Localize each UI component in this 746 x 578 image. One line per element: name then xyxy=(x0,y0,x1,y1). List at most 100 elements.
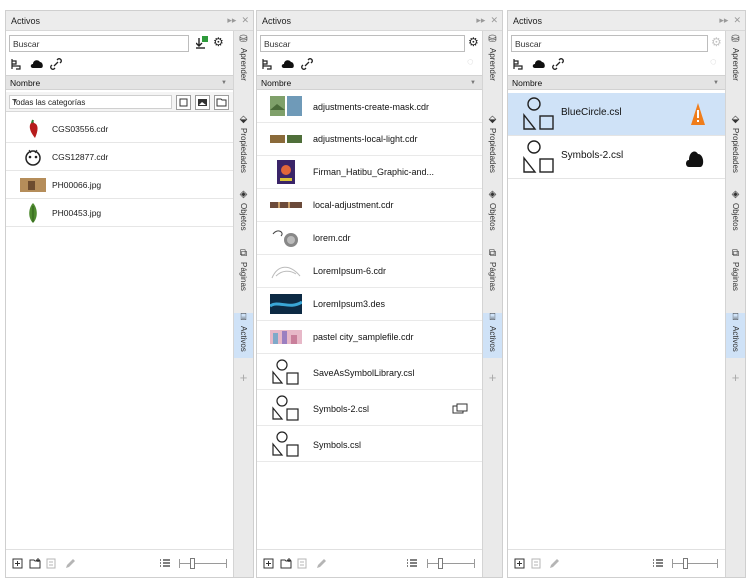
local-library-icon[interactable] xyxy=(11,58,24,70)
folder-filter-button[interactable] xyxy=(214,95,229,110)
close-icon[interactable]: ✕ xyxy=(490,15,498,26)
layers-icon: ◈ xyxy=(731,189,740,200)
tab-propiedades[interactable]: ⬙ Propiedades xyxy=(483,115,502,173)
close-icon[interactable]: ✕ xyxy=(241,15,249,26)
tab-activos[interactable]: ⌸ Activos xyxy=(726,313,745,358)
add-tab-icon[interactable]: + xyxy=(234,370,253,385)
link-icon[interactable] xyxy=(552,57,564,70)
add-tab-icon[interactable]: + xyxy=(726,370,745,385)
tab-paginas[interactable]: ⧉ Páginas xyxy=(483,249,502,291)
tab-objetos[interactable]: ◈ Objetos xyxy=(234,190,253,231)
tab-propiedades[interactable]: ⬙ Propiedades xyxy=(234,115,253,173)
pencil-icon[interactable] xyxy=(548,557,560,570)
assets-panel-linked: Activos ▸▸ ✕ Buscar ⚙ ◌ Nombre ▼ BlueCirc… xyxy=(507,10,746,578)
list-item[interactable]: CGS12877.cdr xyxy=(6,143,233,171)
chevron-down-icon: ▼ xyxy=(221,80,227,86)
panel-content: Buscar ⚙ Nombre ▼ Todas las categorías ▼ xyxy=(6,31,233,577)
sort-dropdown[interactable]: Nombre ▼ xyxy=(6,75,233,90)
category-select[interactable]: Todas las categorías ▼ xyxy=(9,95,172,109)
list-item[interactable]: CGS03556.cdr xyxy=(6,115,233,143)
list-item[interactable]: Symbols-2.csl xyxy=(508,136,725,179)
tab-activos[interactable]: ⌸ Activos xyxy=(483,313,502,358)
list-item[interactable]: pastel city_samplefile.cdr xyxy=(257,321,482,354)
list-item[interactable]: LoremIpsum-6.cdr xyxy=(257,255,482,288)
gear-icon[interactable]: ⚙ xyxy=(711,36,722,48)
cloud-icon[interactable] xyxy=(532,58,546,69)
tab-objetos[interactable]: ◈ Objetos xyxy=(483,190,502,231)
layers-icon: ◈ xyxy=(488,189,497,200)
add-library-icon[interactable] xyxy=(514,557,526,570)
thumbnail-size-slider[interactable] xyxy=(427,558,475,569)
gear-icon[interactable]: ⚙ xyxy=(213,36,224,48)
city-thumbnail xyxy=(269,325,303,349)
panel-titlebar: Activos ▸▸ ✕ xyxy=(508,11,745,31)
search-input[interactable]: Buscar xyxy=(260,35,465,52)
expand-icon[interactable]: ▸▸ xyxy=(719,15,728,26)
list-item[interactable]: LoremIpsum3.des xyxy=(257,288,482,321)
thumbnail-size-slider[interactable] xyxy=(179,558,227,569)
list-item[interactable]: PH00453.jpg xyxy=(6,199,233,227)
add-library-icon[interactable] xyxy=(12,557,24,570)
add-tab-icon[interactable]: + xyxy=(483,370,502,385)
list-item[interactable]: SaveAsSymbolLibrary.csl xyxy=(257,354,482,390)
poster-thumbnail xyxy=(269,160,303,184)
list-view-icon[interactable] xyxy=(406,557,418,570)
refresh-icon[interactable]: ◌ xyxy=(710,57,717,68)
tab-aprender[interactable]: ⛁ Aprender xyxy=(483,35,502,81)
list-item[interactable]: adjustments-create-mask.cdr xyxy=(257,93,482,123)
expand-icon[interactable]: ▸▸ xyxy=(227,15,236,26)
search-input[interactable]: Buscar xyxy=(511,35,708,52)
properties-icon[interactable] xyxy=(531,557,543,570)
docker-tab-rail: ⛁ Aprender ⬙ Propiedades ◈ Objetos ⧉ Páginas… xyxy=(725,31,745,577)
properties-icon: ⬙ xyxy=(731,114,740,125)
thumbnail-size-slider[interactable] xyxy=(672,558,718,569)
list-view-icon[interactable] xyxy=(159,557,171,570)
cloud-icon[interactable] xyxy=(281,58,295,69)
expand-icon[interactable]: ▸▸ xyxy=(476,15,485,26)
close-icon[interactable]: ✕ xyxy=(733,15,741,26)
asset-list: BlueCircle.csl Symbols-2.csl xyxy=(508,93,725,179)
link-icon[interactable] xyxy=(50,57,62,70)
list-item[interactable]: Symbols-2.csl xyxy=(257,390,482,426)
refresh-icon[interactable]: ◌ xyxy=(467,57,474,68)
list-item[interactable]: Firman_Hatibu_Graphic-and... xyxy=(257,156,482,189)
list-item[interactable]: PH00066.jpg xyxy=(6,171,233,199)
properties-icon[interactable] xyxy=(297,557,309,570)
list-item[interactable]: local-adjustment.cdr xyxy=(257,189,482,222)
link-icon[interactable] xyxy=(301,57,313,70)
list-view-icon[interactable] xyxy=(652,557,664,570)
tab-aprender[interactable]: ⛁ Aprender xyxy=(726,35,745,81)
local-library-icon[interactable] xyxy=(513,58,526,70)
import-icon[interactable] xyxy=(196,36,208,49)
cloud-icon[interactable] xyxy=(30,58,44,69)
gear-icon[interactable]: ⚙ xyxy=(468,36,479,48)
sort-dropdown[interactable]: Nombre ▼ xyxy=(508,75,725,90)
search-input[interactable]: Buscar xyxy=(9,35,189,52)
linked-library-icon xyxy=(452,403,468,414)
image-filter-button[interactable] xyxy=(195,95,210,110)
cartoon-face-thumbnail xyxy=(20,147,46,167)
landscape-thumbnail xyxy=(269,94,303,118)
local-library-icon[interactable] xyxy=(262,58,275,70)
tab-paginas[interactable]: ⧉ Páginas xyxy=(234,249,253,291)
assets-panel-cloud: Activos ▸▸ ✕ Buscar ⚙ ◌ Nombre ▼ adjustme… xyxy=(256,10,503,578)
tab-objetos[interactable]: ◈ Objetos xyxy=(726,190,745,231)
tab-aprender[interactable]: ⛁ Aprender xyxy=(234,35,253,81)
sort-dropdown[interactable]: Nombre ▼ xyxy=(257,75,482,90)
pencil-icon[interactable] xyxy=(64,557,76,570)
cloud-icon xyxy=(686,151,704,167)
list-item[interactable]: Symbols.csl xyxy=(257,426,482,462)
plant-thumbnail xyxy=(20,203,46,223)
tab-paginas[interactable]: ⧉ Páginas xyxy=(726,249,745,291)
new-folder-icon[interactable] xyxy=(280,557,292,570)
list-item-selected[interactable]: BlueCircle.csl xyxy=(508,93,725,136)
tab-activos[interactable]: ⌸ Activos xyxy=(234,313,253,358)
new-folder-icon[interactable] xyxy=(29,557,41,570)
properties-icon[interactable] xyxy=(46,557,58,570)
tab-propiedades[interactable]: ⬙ Propiedades xyxy=(726,115,745,173)
add-library-icon[interactable] xyxy=(263,557,275,570)
list-item[interactable]: adjustments-local-light.cdr xyxy=(257,123,482,156)
list-item[interactable]: lorem.cdr xyxy=(257,222,482,255)
vector-filter-button[interactable] xyxy=(176,95,191,110)
pencil-icon[interactable] xyxy=(315,557,327,570)
